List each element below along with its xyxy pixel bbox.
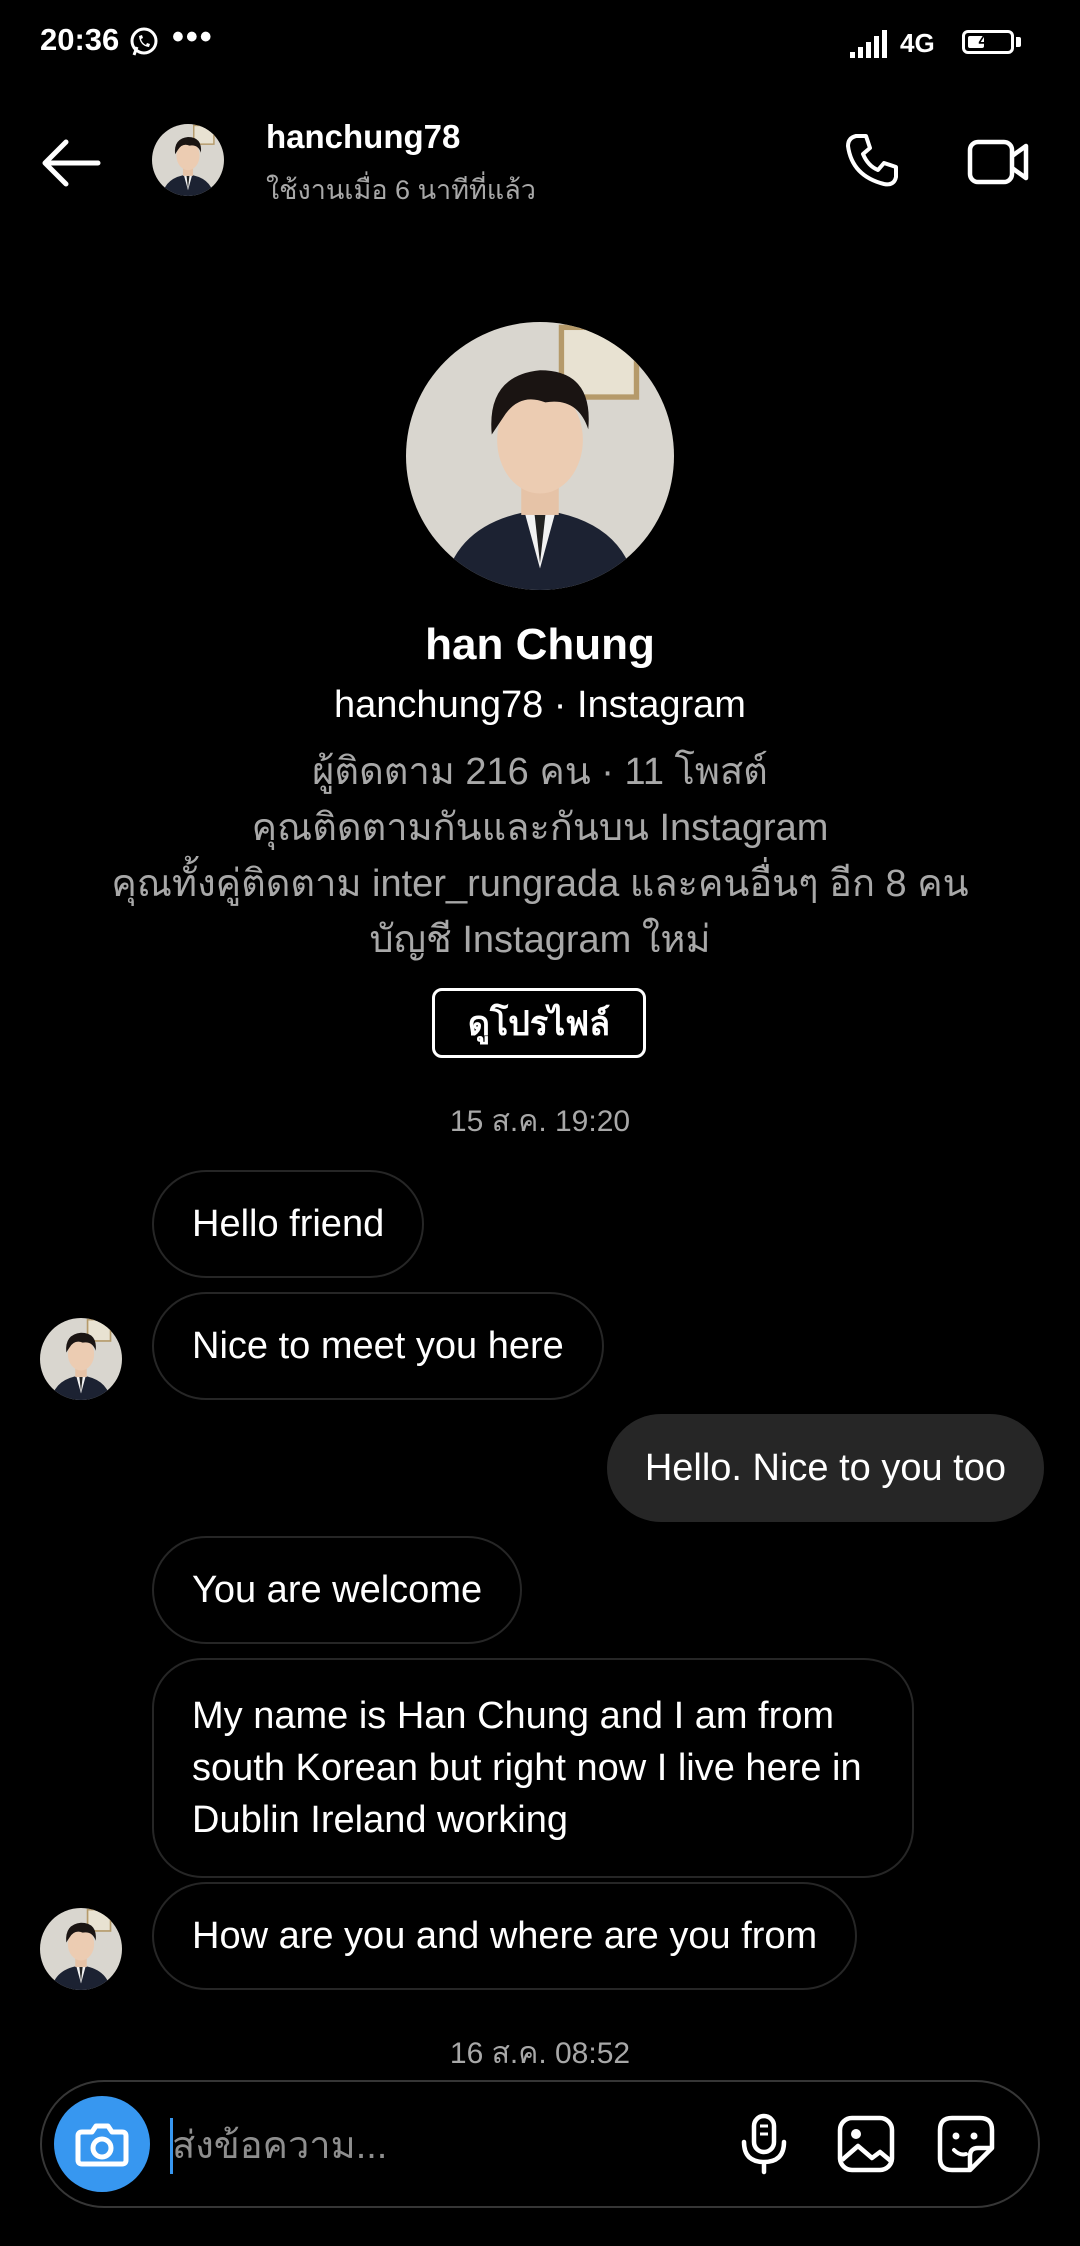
gallery-icon[interactable] [834, 2112, 898, 2176]
battery-level: 41 [978, 31, 998, 50]
message-bubble[interactable]: Nice to meet you here [152, 1292, 604, 1400]
profile-handle: hanchung78 · Instagram [334, 684, 746, 726]
message-bubble[interactable]: You are welcome [152, 1536, 523, 1644]
profile-display-name: han Chung [425, 620, 655, 669]
account-note: บัญชี Instagram ใหม่ [369, 919, 711, 961]
battery-icon: 41 [962, 30, 1014, 54]
status-time: 20:36 [40, 22, 120, 57]
network-type: 4G [900, 28, 935, 58]
sticker-icon[interactable] [934, 2112, 998, 2176]
message-bubble[interactable]: How are you and where are you from [152, 1882, 858, 1990]
timestamp: 16 ส.ค. 08:52 [449, 2037, 631, 2070]
overflow-dots: ••• [172, 18, 214, 56]
message-avatar[interactable] [40, 1908, 122, 1990]
profile-stats: ผู้ติดตาม 216 คน · 11 โพสต์ [312, 751, 768, 793]
message-bubble[interactable]: My name is Han Chung and I am from south… [152, 1658, 914, 1878]
message-input[interactable]: ส่งข้อความ... [172, 2118, 387, 2174]
message-bubble[interactable]: Hello friend [152, 1170, 425, 1278]
message-bubble-outgoing[interactable]: Hello. Nice to you too [606, 1414, 1044, 1522]
active-status: ใช้งานเมื่อ 6 นาทีที่แล้ว [266, 175, 536, 205]
microphone-icon[interactable] [738, 2112, 790, 2176]
phone-icon[interactable] [842, 130, 902, 190]
mutual-followers: คุณทั้งคู่ติดตาม inter_rungrada และคนอื่… [111, 863, 969, 905]
battery-cap [1016, 37, 1021, 47]
back-arrow-icon[interactable] [40, 138, 102, 188]
video-camera-icon[interactable] [966, 132, 1030, 192]
camera-button[interactable] [54, 2096, 150, 2192]
signal-icon [850, 30, 887, 58]
follow-note: คุณติดตามกันและกันบน Instagram [251, 807, 829, 849]
view-profile-button[interactable]: ดูโปรไฟล์ [432, 988, 646, 1058]
timestamp: 15 ส.ค. 19:20 [449, 1105, 631, 1138]
header-username[interactable]: hanchung78 [266, 118, 460, 156]
header-avatar[interactable] [152, 124, 224, 196]
camera-icon [75, 2123, 129, 2167]
whatsapp-icon [130, 27, 158, 56]
profile-picture[interactable] [406, 322, 674, 590]
message-avatar[interactable] [40, 1318, 122, 1400]
